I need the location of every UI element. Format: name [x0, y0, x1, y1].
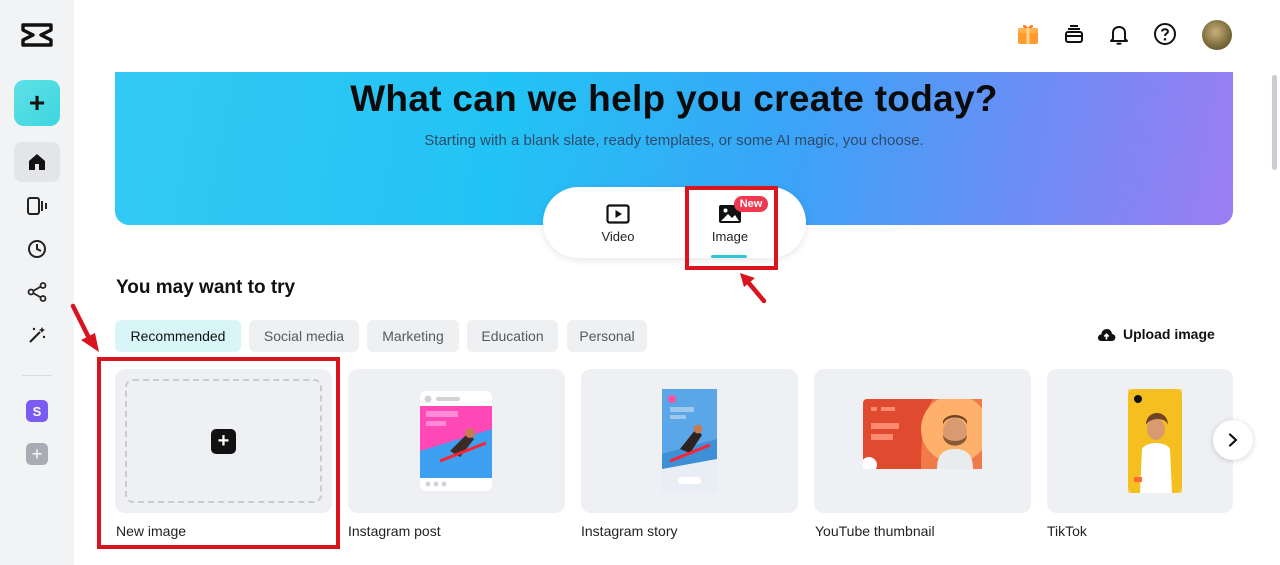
- chip-recommended[interactable]: Recommended: [115, 320, 241, 352]
- sidebar-divider: [22, 375, 52, 376]
- card-label-instagram-post: Instagram post: [348, 523, 441, 539]
- tab-video-label: Video: [601, 229, 635, 244]
- instagram-story-thumbnail: [662, 389, 717, 493]
- tab-video[interactable]: Video: [573, 187, 663, 258]
- sidebar-item-home[interactable]: [14, 142, 60, 182]
- cloud-upload-icon: [1097, 329, 1116, 341]
- page-scrollbar[interactable]: [1272, 75, 1277, 170]
- card-label-youtube-thumbnail: YouTube thumbnail: [815, 523, 935, 539]
- share-icon: [27, 282, 47, 302]
- youtube-thumbnail-preview: [863, 399, 982, 469]
- help-icon[interactable]: [1152, 21, 1178, 47]
- storage-icon[interactable]: [1061, 21, 1087, 47]
- chip-social-media[interactable]: Social media: [249, 320, 359, 352]
- arrow-annotation-icon: [740, 273, 767, 304]
- sidebar-item-projects[interactable]: [14, 186, 60, 226]
- magic-tools-icon: [29, 327, 46, 343]
- highlight-box-new-image: [97, 357, 340, 549]
- card-youtube-thumbnail[interactable]: [814, 369, 1031, 513]
- sidebar: + S +: [0, 0, 74, 565]
- hero-title: What can we help you create today?: [350, 78, 998, 119]
- home-icon: [29, 154, 45, 170]
- video-play-icon: [606, 204, 630, 224]
- upload-image-label: Upload image: [1123, 326, 1215, 342]
- gift-icon[interactable]: [1015, 21, 1041, 47]
- create-button[interactable]: +: [14, 80, 60, 126]
- workspace-avatar[interactable]: S: [26, 400, 48, 422]
- upload-image-button[interactable]: Upload image: [1097, 326, 1215, 342]
- bell-icon[interactable]: [1106, 21, 1132, 47]
- card-instagram-story[interactable]: [581, 369, 798, 513]
- card-label-tiktok: TikTok: [1047, 523, 1087, 539]
- recent-icon: [28, 240, 46, 258]
- capcut-logo-icon[interactable]: [20, 21, 54, 49]
- chevron-right-icon: [1228, 433, 1238, 447]
- hero-subtitle: Starting with a blank slate, ready templ…: [424, 132, 924, 149]
- chip-marketing[interactable]: Marketing: [367, 320, 459, 352]
- chip-personal[interactable]: Personal: [567, 320, 647, 352]
- instagram-post-thumbnail: [420, 391, 492, 491]
- card-instagram-post[interactable]: [348, 369, 565, 513]
- user-avatar[interactable]: [1202, 20, 1232, 50]
- card-label-instagram-story: Instagram story: [581, 523, 678, 539]
- card-tiktok[interactable]: [1047, 369, 1233, 513]
- chip-education[interactable]: Education: [467, 320, 558, 352]
- arrow-annotation-icon: [70, 303, 99, 352]
- sidebar-item-share[interactable]: [14, 272, 60, 312]
- carousel-next-button[interactable]: [1213, 420, 1253, 460]
- video-projects-icon: [27, 197, 47, 215]
- section-title: You may want to try: [116, 277, 296, 298]
- highlight-box-image-tab: [685, 186, 778, 270]
- sidebar-item-magic-tools[interactable]: [14, 315, 60, 355]
- sidebar-item-recent[interactable]: [14, 229, 60, 269]
- tiktok-thumbnail-preview: [1128, 389, 1182, 493]
- add-workspace-button[interactable]: +: [26, 443, 48, 465]
